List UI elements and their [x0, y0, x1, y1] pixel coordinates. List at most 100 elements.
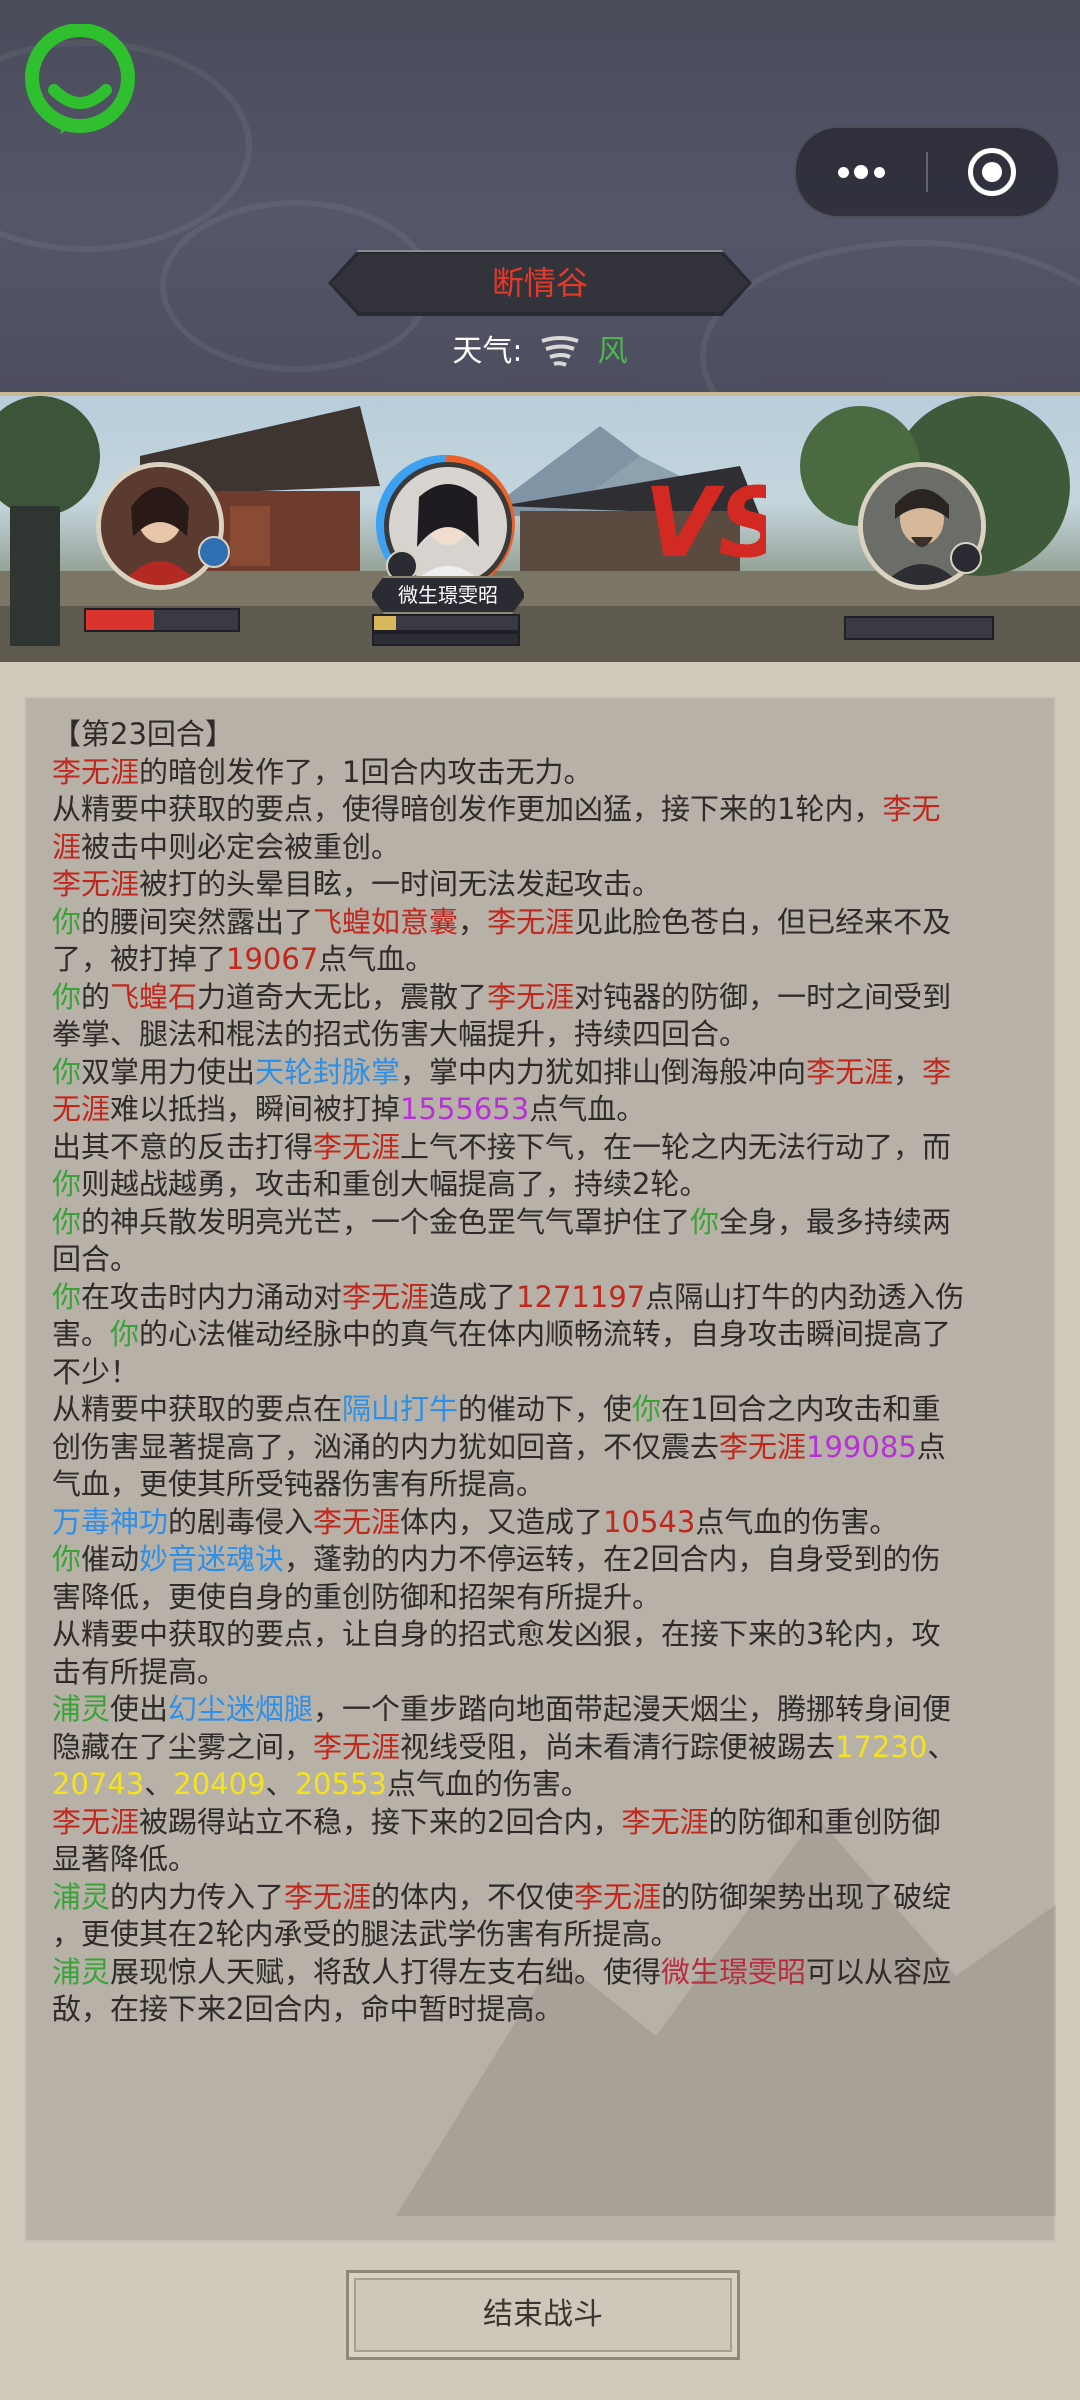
- highlight-text: 199085: [806, 1429, 917, 1464]
- log-text-segment: 双掌用力使出: [81, 1054, 256, 1089]
- log-line: 从精要中获取的要点在隔山打牛的催动下，使你在1回合之内攻击和重: [52, 1391, 1042, 1429]
- weather-label: 天气:: [452, 334, 523, 369]
- highlight-text: 你: [52, 1542, 82, 1576]
- log-text-segment: 可以从容应: [806, 1954, 952, 1989]
- highlight-text: 李: [922, 1054, 952, 1089]
- log-text-segment: 了，被打掉了: [52, 942, 227, 976]
- highlight-text: 1555653: [400, 1092, 530, 1126]
- log-line: 你的腰间突然露出了飞蝗如意囊，李无涯见此脸色苍白，但已经来不及: [52, 904, 1042, 942]
- log-text-segment: 显著降低。: [52, 1842, 198, 1876]
- ally-hp-bar: [372, 614, 520, 632]
- log-text-segment: 的神兵散发明亮光芒，一个金色罡气气罩护住了: [81, 1204, 691, 1239]
- highlight-text: 你: [632, 1392, 662, 1426]
- log-line: 无涯难以抵挡，瞬间被打掉1555653点气血。: [52, 1091, 1042, 1129]
- highlight-text: 你: [52, 979, 82, 1014]
- highlight-text: 飞蝗如意囊: [313, 904, 459, 939]
- log-line: 你的飞蝗石力道奇大无比，震散了李无涯对钝器的防御，一时之间受到: [52, 979, 1042, 1017]
- player-hp-bar: [84, 608, 240, 632]
- log-text-segment: 害。: [52, 1317, 111, 1351]
- log-line: 不少！: [52, 1354, 1042, 1392]
- log-text-segment: 不少！: [52, 1354, 140, 1389]
- highlight-text: 你: [52, 1279, 82, 1314]
- log-text-segment: 见此脸色苍白，但已经来不及: [574, 904, 952, 939]
- highlight-text: 20553: [294, 1767, 387, 1801]
- highlight-text: 李无涯: [487, 979, 575, 1014]
- highlight-text: 你: [690, 1204, 720, 1239]
- highlight-text: 李无涯: [719, 1429, 807, 1464]
- player-avatar[interactable]: [96, 462, 224, 590]
- ally-hp-fill: [374, 616, 396, 630]
- log-text-segment: 、: [144, 1767, 174, 1801]
- highlight-text: 李无涯: [52, 1804, 140, 1839]
- highlight-text: 浦灵: [52, 1692, 111, 1726]
- highlight-text: 19067: [226, 942, 319, 976]
- highlight-text: 隔山打牛: [342, 1392, 459, 1426]
- log-text-segment: 隐藏在了尘雾之间，: [52, 1729, 314, 1764]
- log-line: 害。你的心法催动经脉中的真气在体内顺畅流转，自身攻击瞬间提高了: [52, 1316, 1042, 1354]
- log-text-segment: 创伤害显著提高了，汹涌的内力犹如回音，不仅震去: [52, 1429, 720, 1464]
- highlight-text: 天轮封脉掌: [255, 1054, 401, 1089]
- round-title: 【第23回合】: [52, 717, 234, 751]
- log-text-segment: 出其不意的反击打得: [52, 1129, 314, 1164]
- log-text-segment: 被踢得站立不稳，接下来的2回合内，: [139, 1804, 622, 1839]
- log-text-segment: 点气血的伤害。: [695, 1504, 899, 1539]
- highlight-text: 浦灵: [52, 1879, 111, 1914]
- highlight-text: 李无涯: [313, 1729, 401, 1764]
- log-text-segment: 的体内，不仅使: [371, 1879, 575, 1914]
- log-line: 隐藏在了尘雾之间，李无涯视线受阻，尚未看清行踪便被踢去17230、: [52, 1729, 1042, 1767]
- log-text-segment: 展现惊人天赋，将敌人打得左支右绌。使得: [110, 1954, 662, 1989]
- wind-icon: [541, 335, 579, 367]
- log-text-segment: 体内，又造成了: [400, 1504, 604, 1539]
- highlight-text: 李无涯: [313, 1504, 401, 1539]
- log-text-segment: ，一个重步踏向地面带起漫天烟尘，腾挪转身间便: [313, 1692, 952, 1726]
- log-line: 浦灵使出幻尘迷烟腿，一个重步踏向地面带起漫天烟尘，腾挪转身间便: [52, 1691, 1042, 1729]
- highlight-text: 李无涯: [806, 1054, 894, 1089]
- log-text-segment: 点气血的伤害。: [386, 1767, 590, 1801]
- chat-bubble-logo-icon[interactable]: [24, 24, 136, 136]
- log-line: 李无涯的暗创发作了，1回合内攻击无力。: [52, 754, 1042, 792]
- log-line: 显著降低。: [52, 1841, 1042, 1879]
- log-text-segment: 从精要中获取的要点，让自身的招式愈发凶狠，在接下来的3轮内，攻: [52, 1617, 941, 1651]
- highlight-text: 涯: [52, 829, 82, 864]
- log-text-segment: 、: [927, 1729, 957, 1764]
- highlight-text: 你: [52, 1054, 82, 1089]
- log-line: 浦灵的内力传入了李无涯的体内，不仅使李无涯的防御架势出现了破绽: [52, 1879, 1042, 1917]
- log-line: 浦灵展现惊人天赋，将敌人打得左支右绌。使得微生璟雯昭可以从容应: [52, 1954, 1042, 1992]
- highlight-text: 20743: [52, 1767, 145, 1801]
- highlight-text: 李无涯: [52, 867, 140, 901]
- log-text-segment: 视线受阻，尚未看清行踪便被踢去: [400, 1729, 836, 1764]
- more-dots-icon[interactable]: [796, 128, 926, 216]
- end-battle-button[interactable]: 结束战斗: [346, 2270, 740, 2360]
- mini-program-close-icon[interactable]: [928, 128, 1058, 216]
- log-text-segment: 回合。: [52, 1242, 140, 1276]
- sword-badge-icon: [198, 536, 230, 568]
- highlight-text: 17230: [835, 1729, 928, 1764]
- log-text-segment: 害降低，更使自身的重创防御和招架有所提升。: [52, 1579, 662, 1614]
- location-name: 断情谷: [491, 264, 588, 302]
- log-line: 了，被打掉了19067点气血。: [52, 941, 1042, 979]
- log-line: 李无涯被踢得站立不稳，接下来的2回合内，李无涯的防御和重创防御: [52, 1804, 1042, 1842]
- log-line: 20743、20409、20553点气血的伤害。: [52, 1766, 1042, 1804]
- log-text-segment: 的腰间突然露出了: [81, 904, 314, 939]
- male-gender-icon: [950, 542, 982, 574]
- highlight-text: 万毒神功: [52, 1504, 169, 1539]
- log-line: 你在攻击时内力涌动对李无涯造成了1271197点隔山打牛的内劲透入伤: [52, 1279, 1042, 1317]
- log-text-segment: 点: [916, 1429, 946, 1464]
- log-text-segment: 造成了: [429, 1279, 517, 1314]
- log-text-segment: 击有所提高。: [52, 1654, 227, 1689]
- log-line: 你双掌用力使出天轮封脉掌，掌中内力犹如排山倒海般冲向李无涯，李: [52, 1054, 1042, 1092]
- log-text-segment: 上气不接下气，在一轮之内无法行动了，而: [400, 1129, 952, 1164]
- log-text-segment: 力道奇大无比，震散了: [197, 979, 488, 1014]
- log-text-segment: 难以抵挡，瞬间被打掉: [110, 1092, 401, 1126]
- highlight-text: 幻尘迷烟腿: [168, 1692, 314, 1726]
- highlight-text: 微生璟雯昭: [661, 1954, 807, 1989]
- log-text-segment: 拳掌、腿法和棍法的招式伤害大幅提升，持续四回合。: [52, 1017, 749, 1051]
- log-text-segment: 的心法催动经脉中的真气在体内顺畅流转，自身攻击瞬间提高了: [139, 1317, 952, 1351]
- battle-log-panel[interactable]: 【第23回合】 李无涯的暗创发作了，1回合内攻击无力。 从精要中获取的要点，使得暗…: [24, 696, 1056, 2242]
- log-text-segment: 、: [265, 1767, 295, 1801]
- log-line: 涯被击中则必定会被重创。: [52, 829, 1042, 867]
- mini-program-capsule: [794, 126, 1060, 218]
- highlight-text: 妙音迷魂诀: [139, 1542, 285, 1576]
- log-line: 你则越战越勇，攻击和重创大幅提高了，持续2轮。: [52, 1166, 1042, 1204]
- log-line: 出其不意的反击打得李无涯上气不接下气，在一轮之内无法行动了，而: [52, 1129, 1042, 1167]
